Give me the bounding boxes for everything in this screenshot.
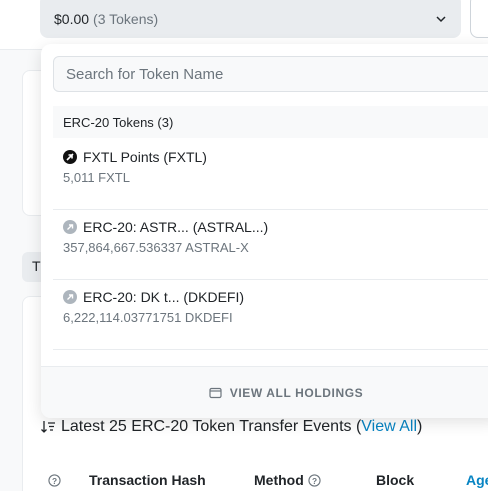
column-block: Block (376, 472, 415, 488)
token-balance: 6,222,114.03771751 DKDEFI (63, 310, 233, 325)
token-holdings-dropdown: Search for Token Name ERC-20 Tokens (3) … (41, 44, 488, 418)
sort-icon (41, 421, 55, 433)
events-title-close: ) (417, 418, 423, 435)
unknown-token-icon (63, 220, 77, 234)
table-header: ? Transaction Hash Method ? Block Age (0, 472, 488, 491)
token-item-astral[interactable]: ERC-20: ASTR... (ASTRAL...) 357,864,667.… (53, 210, 488, 280)
unknown-token-icon (63, 290, 77, 304)
view-all-link[interactable]: View All (361, 418, 417, 436)
token-name: FXTL Points (FXTL) (83, 149, 207, 165)
method-help-icon[interactable]: ? (308, 474, 321, 487)
token-balance: 5,011 FXTL (63, 170, 130, 185)
token-item-dkdefi[interactable]: ERC-20: DK t... (DKDEFI) 6,222,114.03771… (53, 280, 488, 350)
help-icon[interactable]: ? (48, 472, 61, 488)
token-group-header: ERC-20 Tokens (3) (53, 106, 488, 138)
token-balance: 357,864,667.536337 ASTRAL-X (63, 240, 249, 255)
wallet-icon (209, 387, 222, 399)
view-all-holdings-button[interactable]: VIEW ALL HOLDINGS (41, 366, 488, 418)
token-logo-icon (63, 150, 77, 164)
token-name: ERC-20: DK t... (DKDEFI) (83, 289, 245, 305)
events-title: Latest 25 ERC-20 Token Transfer Events ( (61, 418, 362, 435)
column-age[interactable]: Age (466, 472, 488, 488)
chevron-down-icon (436, 16, 446, 23)
holdings-value: $0.00 (54, 11, 90, 27)
svg-text:?: ? (52, 476, 57, 486)
token-name: ERC-20: ASTR... (ASTRAL...) (83, 219, 269, 235)
holdings-token-count: (3 Tokens) (93, 11, 159, 27)
token-search-input[interactable]: Search for Token Name (53, 56, 488, 92)
holdings-side-button[interactable] (470, 0, 488, 38)
column-method: Method ? (254, 472, 321, 488)
transfer-events-heading: Latest 25 ERC-20 Token Transfer Events (… (40, 418, 422, 436)
token-holdings-selector[interactable]: $0.00 (3 Tokens) (40, 0, 461, 38)
column-transaction-hash: Transaction Hash (89, 472, 206, 488)
token-item-fxtl[interactable]: FXTL Points (FXTL) 5,011 FXTL (53, 140, 488, 210)
svg-text:?: ? (312, 476, 317, 486)
